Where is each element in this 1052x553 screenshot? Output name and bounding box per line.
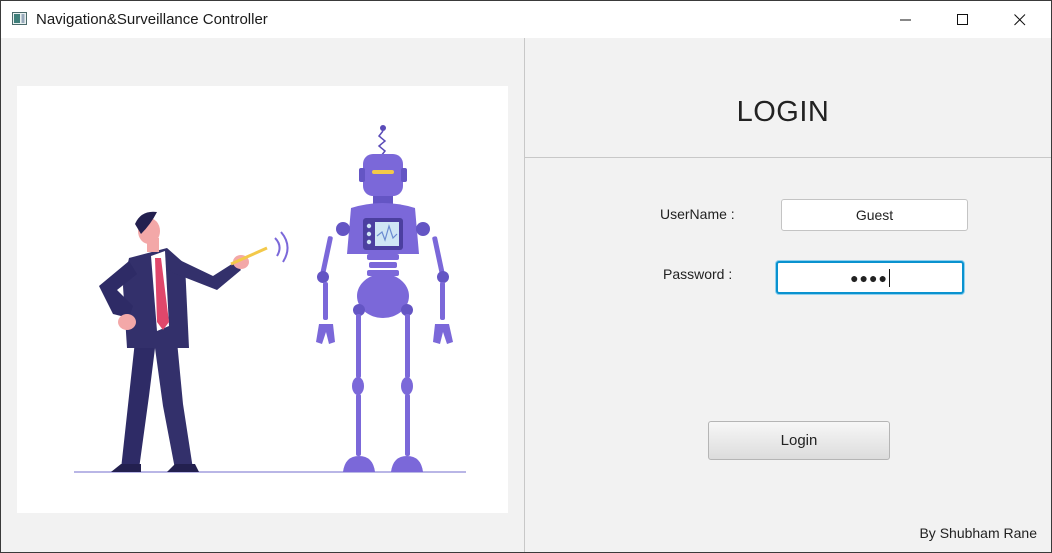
app-icon (12, 12, 27, 25)
minimize-icon (900, 19, 911, 20)
username-value: Guest (855, 207, 894, 223)
password-mask: ●●●● (850, 269, 888, 286)
minimize-button[interactable] (883, 1, 929, 38)
username-label: UserName : (660, 206, 735, 222)
login-heading: LOGIN (736, 96, 830, 128)
title-bar[interactable]: Navigation&Surveillance Controller (1, 1, 1051, 38)
close-button[interactable] (997, 1, 1043, 38)
author-credit: By Shubham Rane (919, 525, 1037, 541)
maximize-icon (957, 13, 968, 25)
text-caret (888, 268, 890, 287)
businessman-robot-illustration (74, 125, 466, 473)
password-field[interactable]: ●●●● (776, 261, 964, 294)
heading-divider (525, 157, 1051, 158)
businessman-figure (99, 211, 289, 472)
window-title: Navigation&Surveillance Controller (36, 11, 268, 28)
login-button[interactable]: Login (708, 421, 890, 460)
illustration-panel (17, 86, 508, 513)
password-label: Password : (663, 266, 733, 282)
robot-figure (316, 125, 453, 472)
login-panel: LOGIN UserName : Guest Password : ●●●● L… (525, 38, 1051, 552)
close-icon (1014, 13, 1026, 25)
username-field[interactable]: Guest (781, 199, 968, 231)
app-window: Navigation&Surveillance Controller LOGIN… (0, 0, 1052, 553)
maximize-button[interactable] (940, 1, 986, 38)
left-panel (1, 38, 524, 552)
